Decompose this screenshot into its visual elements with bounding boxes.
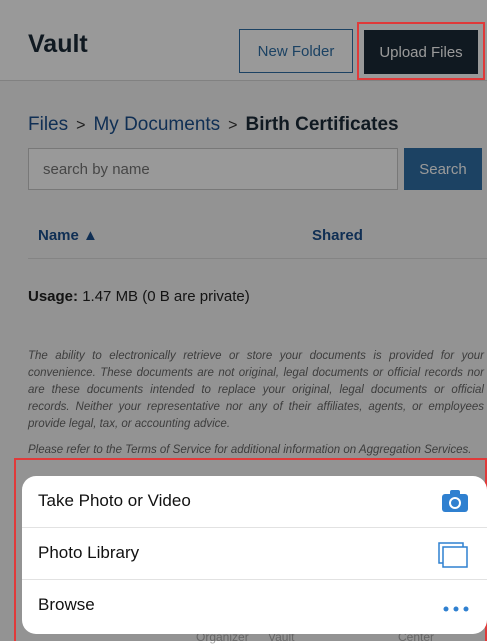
browse-label: Browse	[38, 595, 95, 614]
more-dots-icon	[443, 600, 469, 618]
photo-library-icon	[437, 541, 469, 574]
upload-button-highlight	[357, 22, 485, 80]
take-photo-option[interactable]: Take Photo or Video	[22, 476, 487, 528]
photo-library-option[interactable]: Photo Library	[22, 528, 487, 580]
take-photo-label: Take Photo or Video	[38, 491, 191, 510]
photo-library-label: Photo Library	[38, 543, 140, 562]
upload-action-sheet: Take Photo or Video Photo Library Browse	[22, 476, 487, 634]
browse-option[interactable]: Browse	[22, 580, 487, 632]
camera-icon	[441, 489, 469, 518]
